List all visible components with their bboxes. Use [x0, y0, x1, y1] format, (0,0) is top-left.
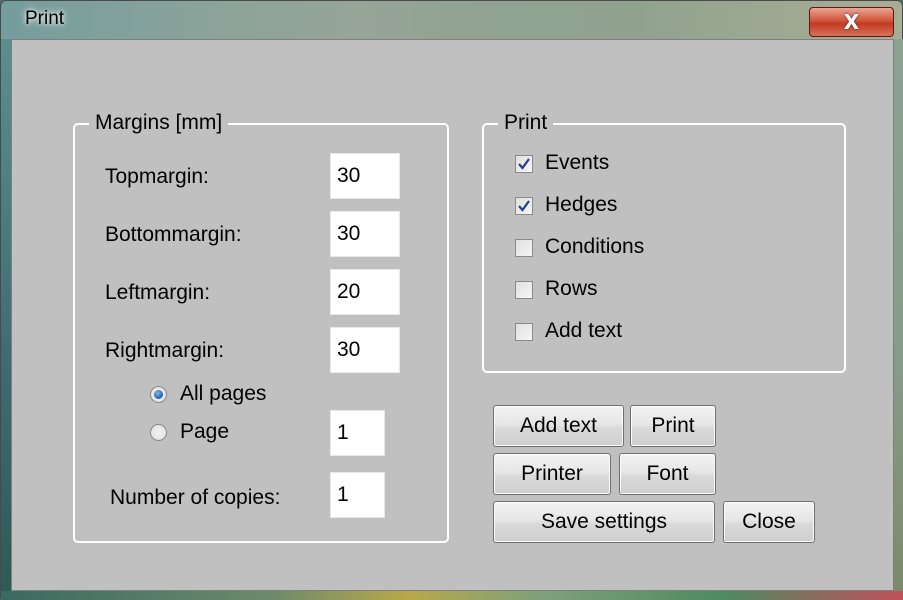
leftmargin-label: Leftmargin: [105, 281, 211, 304]
page-number-input[interactable]: 1 [330, 410, 385, 456]
topmargin-input[interactable]: 30 [330, 153, 400, 199]
checkmark-icon [518, 158, 530, 170]
copies-input[interactable]: 1 [330, 472, 385, 518]
print-options-legend: Print [498, 110, 554, 136]
bottommargin-input[interactable]: 30 [330, 211, 400, 257]
rows-label[interactable]: Rows [545, 276, 598, 302]
copies-label: Number of copies: [110, 486, 281, 509]
title-bar[interactable]: Print X [1, 1, 902, 39]
font-button[interactable]: Font [619, 453, 716, 495]
add-text-checkbox[interactable] [515, 323, 533, 341]
window-close-button[interactable]: X [809, 7, 894, 37]
close-button[interactable]: Close [723, 501, 815, 543]
events-checkbox[interactable] [515, 155, 533, 173]
bottommargin-label: Bottommargin: [105, 223, 242, 246]
page-label[interactable]: Page [180, 419, 229, 445]
page-radio[interactable] [150, 424, 167, 441]
window-frame-right [894, 39, 903, 599]
print-button[interactable]: Print [630, 405, 716, 447]
conditions-checkbox[interactable] [515, 239, 533, 257]
margins-group-legend: Margins [mm] [89, 110, 229, 136]
leftmargin-input[interactable]: 20 [330, 269, 400, 315]
window-title: Print [25, 8, 65, 29]
checkmark-icon [518, 200, 530, 212]
save-settings-button[interactable]: Save settings [493, 501, 715, 543]
print-dialog-window: Print X Margins [mm] Topmargin: 30 Botto… [0, 0, 903, 600]
hedges-checkbox[interactable] [515, 197, 533, 215]
all-pages-label[interactable]: All pages [180, 381, 266, 407]
print-options-group: Print [482, 110, 846, 373]
conditions-label[interactable]: Conditions [545, 234, 644, 260]
events-label[interactable]: Events [545, 150, 609, 176]
all-pages-radio[interactable] [150, 386, 167, 403]
rightmargin-input[interactable]: 30 [330, 327, 400, 373]
rightmargin-label: Rightmargin: [105, 339, 225, 362]
topmargin-label: Topmargin: [105, 165, 209, 188]
dialog-client-area: Margins [mm] Topmargin: 30 Bottommargin:… [11, 39, 894, 591]
rows-checkbox[interactable] [515, 281, 533, 299]
add-text-checkbox-label[interactable]: Add text [545, 318, 622, 344]
add-text-button[interactable]: Add text [493, 405, 624, 447]
hedges-label[interactable]: Hedges [545, 192, 617, 218]
window-frame-left [1, 39, 11, 599]
close-icon: X [843, 10, 860, 34]
printer-button[interactable]: Printer [493, 453, 611, 495]
